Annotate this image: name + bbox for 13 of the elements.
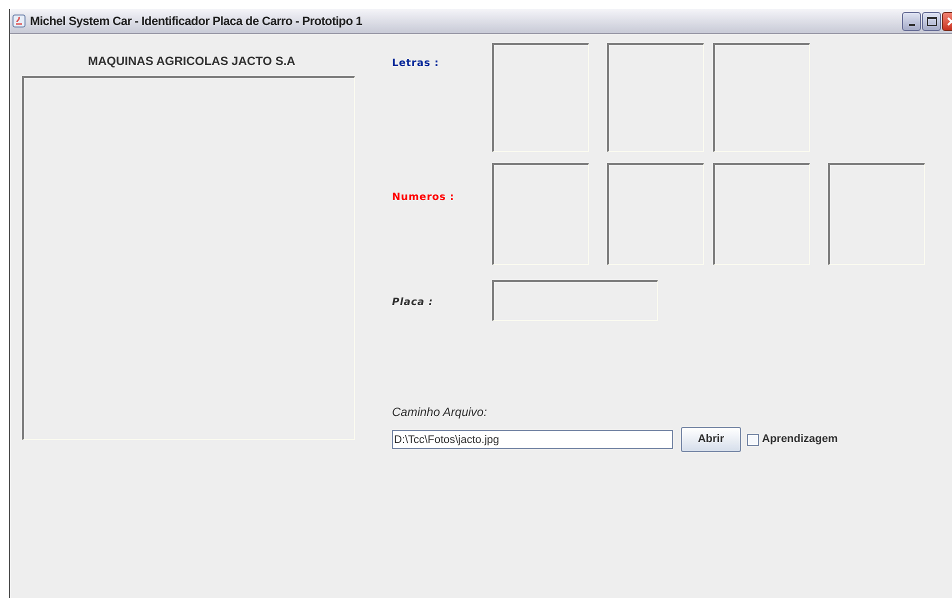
minimize-button[interactable] xyxy=(902,12,921,30)
file-path-field[interactable]: D:\Tcc\Fotos\jacto.jpg xyxy=(392,430,673,449)
numbers-label: Numeros : xyxy=(392,191,456,205)
window-title: Michel System Car - Identificador Placa de Carro - Prototipo 1 xyxy=(30,13,362,30)
open-button[interactable]: Abrir xyxy=(681,427,741,452)
maximize-button[interactable] xyxy=(922,12,941,30)
plate-label: Placa : xyxy=(392,296,434,310)
letters-label: Letras : xyxy=(392,57,440,71)
panel-title: MAQUINAS AGRICOLAS JACTO S.A xyxy=(88,53,296,70)
learning-checkbox[interactable] xyxy=(747,434,759,446)
file-path-label: Caminho Arquivo: xyxy=(392,404,488,421)
learning-checkbox-label: Aprendizagem xyxy=(762,432,838,448)
app-icon xyxy=(12,14,26,28)
